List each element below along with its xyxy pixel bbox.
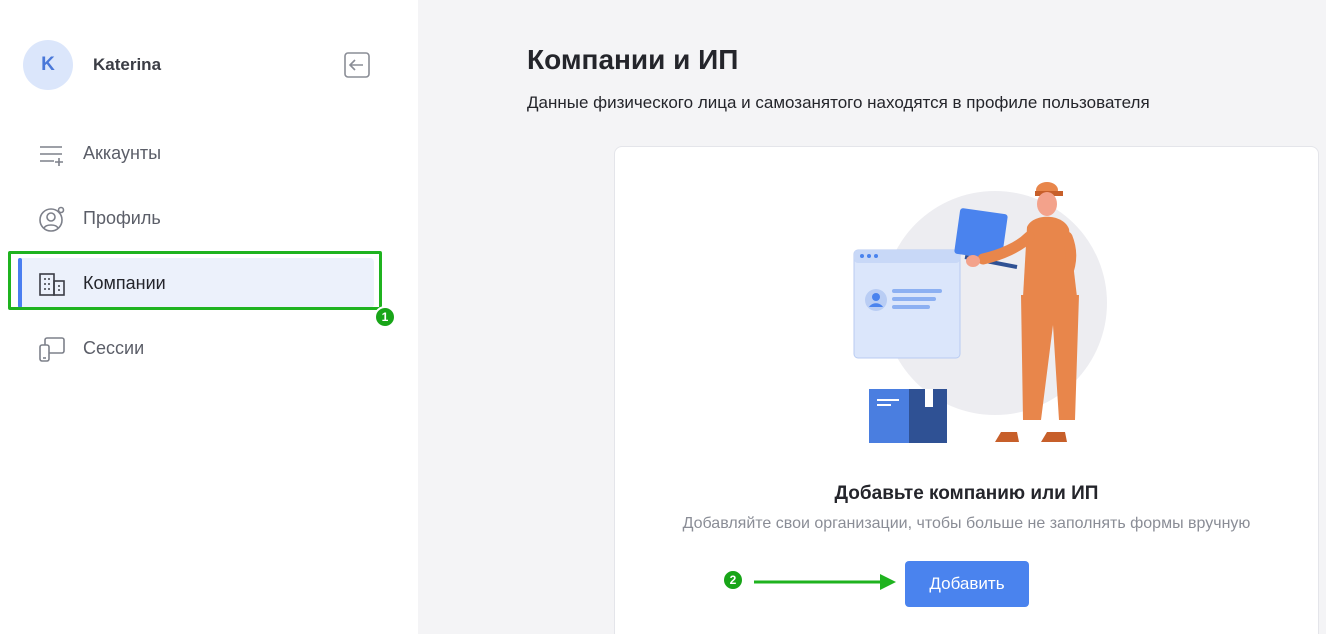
sidebar-item-label: Профиль xyxy=(83,207,161,228)
sidebar-item-profile[interactable]: Профиль xyxy=(18,193,374,243)
empty-state-card: Добавьте компанию или ИП Добавляйте свои… xyxy=(614,146,1319,634)
empty-state-description: Добавляйте свои организации, чтобы больш… xyxy=(682,515,1251,532)
empty-state-title: Добавьте компанию или ИП xyxy=(834,483,1099,504)
sidebar-item-label: Сессии xyxy=(83,337,145,358)
sidebar: K Katerina Аккаунты Профиль Компании Сес… xyxy=(0,0,418,634)
page-title: Компании и ИП xyxy=(527,44,739,75)
annotation-marker-1: 1 xyxy=(374,306,396,328)
page-subtitle: Данные физического лица и самозанятого н… xyxy=(527,93,1150,112)
user-block[interactable]: K Katerina xyxy=(23,40,161,90)
sidebar-item-sessions[interactable]: Сессии xyxy=(18,323,374,373)
profile-settings-icon xyxy=(39,206,65,232)
username: Katerina xyxy=(93,55,162,74)
annotation-arrow-icon xyxy=(754,574,896,590)
devices-icon xyxy=(39,337,65,362)
annotation-highlight xyxy=(8,251,382,310)
worker-illustration xyxy=(853,182,1107,443)
sidebar-item-label: Аккаунты xyxy=(83,142,162,163)
add-company-button[interactable]: Добавить xyxy=(905,561,1029,607)
sidebar-item-accounts[interactable]: Аккаунты xyxy=(18,128,374,178)
accounts-list-icon xyxy=(40,146,63,166)
logout-icon[interactable] xyxy=(343,51,371,79)
annotation-marker-2: 2 xyxy=(722,569,744,591)
avatar[interactable]: K xyxy=(23,40,73,90)
